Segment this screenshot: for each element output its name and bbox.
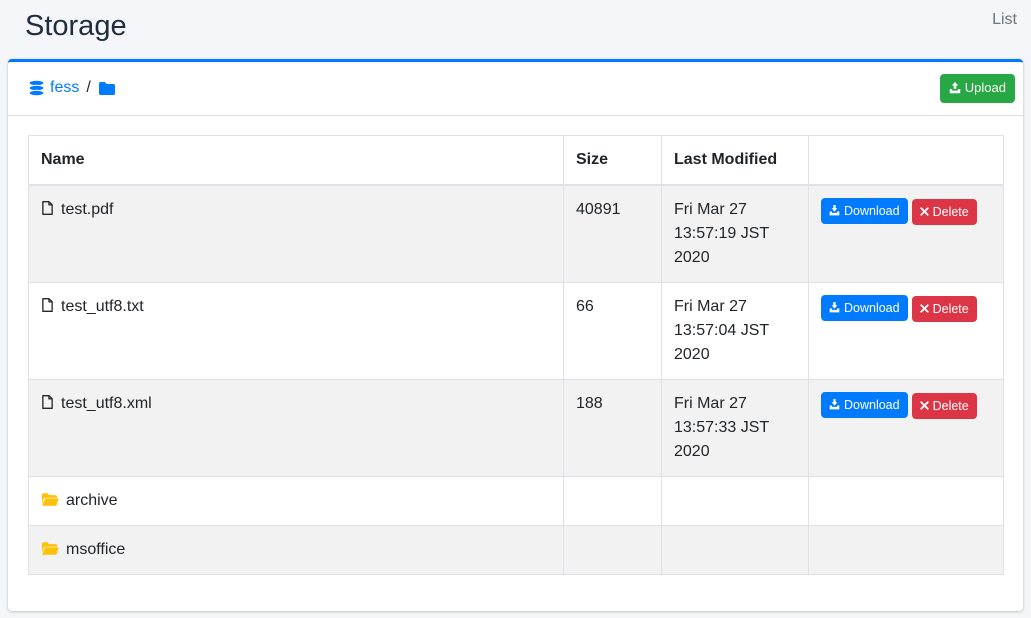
file-name: test_utf8.txt <box>61 298 144 315</box>
download-button-label: Download <box>844 202 900 220</box>
size-cell: 40891 <box>564 185 662 283</box>
folder-open-icon <box>41 541 59 556</box>
name-cell: test_utf8.xml <box>29 379 564 476</box>
folder-link[interactable]: archive <box>66 492 118 509</box>
bucket-link[interactable]: fess <box>50 79 79 97</box>
last-modified-cell: Fri Mar 27 13:57:19 JST 2020 <box>662 185 809 283</box>
actions-cell <box>809 525 1004 574</box>
breadcrumb: List <box>992 8 1017 29</box>
card-header: fess / Upload <box>8 62 1023 116</box>
table-row: test_utf8.txt 66 Fri Mar 27 13:57:04 JST… <box>29 282 1004 379</box>
last-modified-cell <box>662 525 809 574</box>
upload-button-label: Upload <box>965 79 1006 98</box>
size-cell <box>564 476 662 525</box>
delete-button[interactable]: Delete <box>912 199 977 225</box>
download-icon <box>829 399 840 410</box>
delete-button-label: Delete <box>933 397 969 415</box>
page-title: Storage <box>25 8 127 44</box>
name-cell: msoffice <box>29 525 564 574</box>
download-icon <box>829 205 840 216</box>
database-icon <box>28 80 45 96</box>
file-icon <box>41 200 54 216</box>
name-cell: test.pdf <box>29 185 564 283</box>
storage-table: Name Size Last Modified test.pdf <box>28 135 1004 575</box>
storage-card: fess / Upload N <box>8 59 1023 611</box>
delete-button-label: Delete <box>933 300 969 318</box>
actions-cell <box>809 476 1004 525</box>
file-name: test.pdf <box>61 201 113 218</box>
download-icon <box>829 302 840 313</box>
size-cell: 66 <box>564 282 662 379</box>
upload-icon <box>949 82 961 94</box>
column-header-actions <box>809 135 1004 185</box>
folder-link[interactable]: msoffice <box>66 541 125 558</box>
size-cell <box>564 525 662 574</box>
content-header: Storage List <box>0 0 1031 59</box>
column-header-last-modified: Last Modified <box>662 135 809 185</box>
times-icon <box>920 304 929 313</box>
path-breadcrumb: fess / <box>28 79 116 97</box>
folder-icon <box>98 81 116 96</box>
download-button-label: Download <box>844 299 900 317</box>
table-row: msoffice <box>29 525 1004 574</box>
file-icon <box>41 394 54 410</box>
download-button[interactable]: Download <box>821 198 908 224</box>
table-row: test_utf8.xml 188 Fri Mar 27 13:57:33 JS… <box>29 379 1004 476</box>
download-button[interactable]: Download <box>821 295 908 321</box>
times-icon <box>920 207 929 216</box>
name-cell: test_utf8.txt <box>29 282 564 379</box>
path-separator: / <box>86 79 90 97</box>
column-header-size: Size <box>564 135 662 185</box>
card-body: Name Size Last Modified test.pdf <box>8 116 1023 611</box>
breadcrumb-item-list: List <box>992 11 1017 28</box>
times-icon <box>920 401 929 410</box>
table-row: archive <box>29 476 1004 525</box>
column-header-name: Name <box>29 135 564 185</box>
last-modified-cell: Fri Mar 27 13:57:33 JST 2020 <box>662 379 809 476</box>
actions-cell: Download Delete <box>809 185 1004 283</box>
file-icon <box>41 297 54 313</box>
actions-cell: Download Delete <box>809 379 1004 476</box>
last-modified-cell <box>662 476 809 525</box>
name-cell: archive <box>29 476 564 525</box>
last-modified-cell: Fri Mar 27 13:57:04 JST 2020 <box>662 282 809 379</box>
size-cell: 188 <box>564 379 662 476</box>
delete-button[interactable]: Delete <box>912 393 977 419</box>
upload-button[interactable]: Upload <box>940 74 1015 103</box>
table-header-row: Name Size Last Modified <box>29 135 1004 185</box>
file-name: test_utf8.xml <box>61 395 152 412</box>
table-row: test.pdf 40891 Fri Mar 27 13:57:19 JST 2… <box>29 185 1004 283</box>
download-button-label: Download <box>844 396 900 414</box>
folder-open-icon <box>41 492 59 507</box>
download-button[interactable]: Download <box>821 392 908 418</box>
delete-button-label: Delete <box>933 203 969 221</box>
delete-button[interactable]: Delete <box>912 296 977 322</box>
actions-cell: Download Delete <box>809 282 1004 379</box>
